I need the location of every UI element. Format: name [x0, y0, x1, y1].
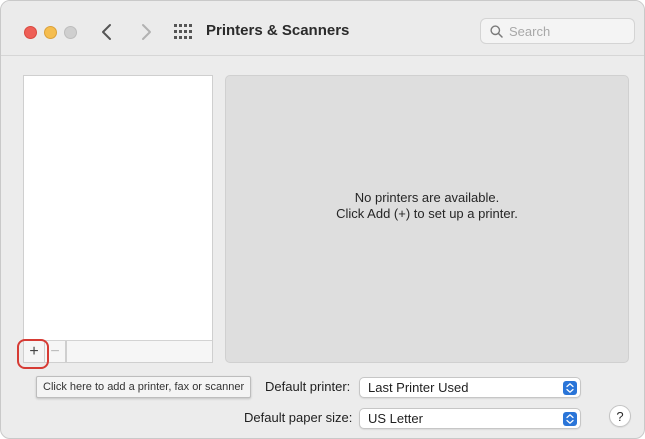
- search-field[interactable]: [480, 18, 635, 44]
- back-button[interactable]: [98, 20, 116, 44]
- title-bar: Printers & Scanners: [1, 1, 644, 56]
- minimize-button[interactable]: [44, 26, 57, 39]
- default-printer-label: Default printer:: [265, 379, 351, 394]
- default-printer-value: Last Printer Used: [368, 380, 469, 395]
- default-paper-size-select[interactable]: US Letter: [359, 408, 581, 429]
- window-title: Printers & Scanners: [206, 22, 350, 39]
- default-paper-size-value: US Letter: [368, 411, 423, 426]
- search-input[interactable]: [509, 22, 627, 41]
- empty-state-line-1: No printers are available.: [354, 190, 500, 205]
- toolbar-divider: [66, 341, 67, 362]
- search-icon: [490, 25, 503, 38]
- popup-arrows-icon: [563, 381, 577, 395]
- printer-detail-pane: No printers are available. Click Add (+)…: [225, 75, 629, 363]
- close-button[interactable]: [24, 26, 37, 39]
- empty-state-line-2: Click Add (+) to set up a printer.: [336, 206, 518, 221]
- add-button-tooltip: Click here to add a printer, fax or scan…: [36, 376, 252, 398]
- preferences-window: Printers & Scanners + − No printers are …: [0, 0, 645, 439]
- show-all-button[interactable]: [174, 23, 192, 41]
- help-button[interactable]: ?: [609, 405, 631, 427]
- zoom-button[interactable]: [64, 26, 77, 39]
- chevron-right-icon: [142, 24, 151, 40]
- printer-list[interactable]: + −: [23, 75, 213, 363]
- printer-list-toolbar: + −: [24, 340, 212, 362]
- default-printer-select[interactable]: Last Printer Used: [359, 377, 581, 398]
- chevron-left-icon: [102, 24, 111, 40]
- default-paper-size-label: Default paper size:: [244, 410, 353, 425]
- add-button-highlight: [17, 339, 49, 369]
- forward-button[interactable]: [137, 20, 155, 44]
- grid-icon: [174, 24, 192, 39]
- empty-state-message: No printers are available. Click Add (+)…: [226, 190, 628, 222]
- popup-arrows-icon: [563, 412, 577, 426]
